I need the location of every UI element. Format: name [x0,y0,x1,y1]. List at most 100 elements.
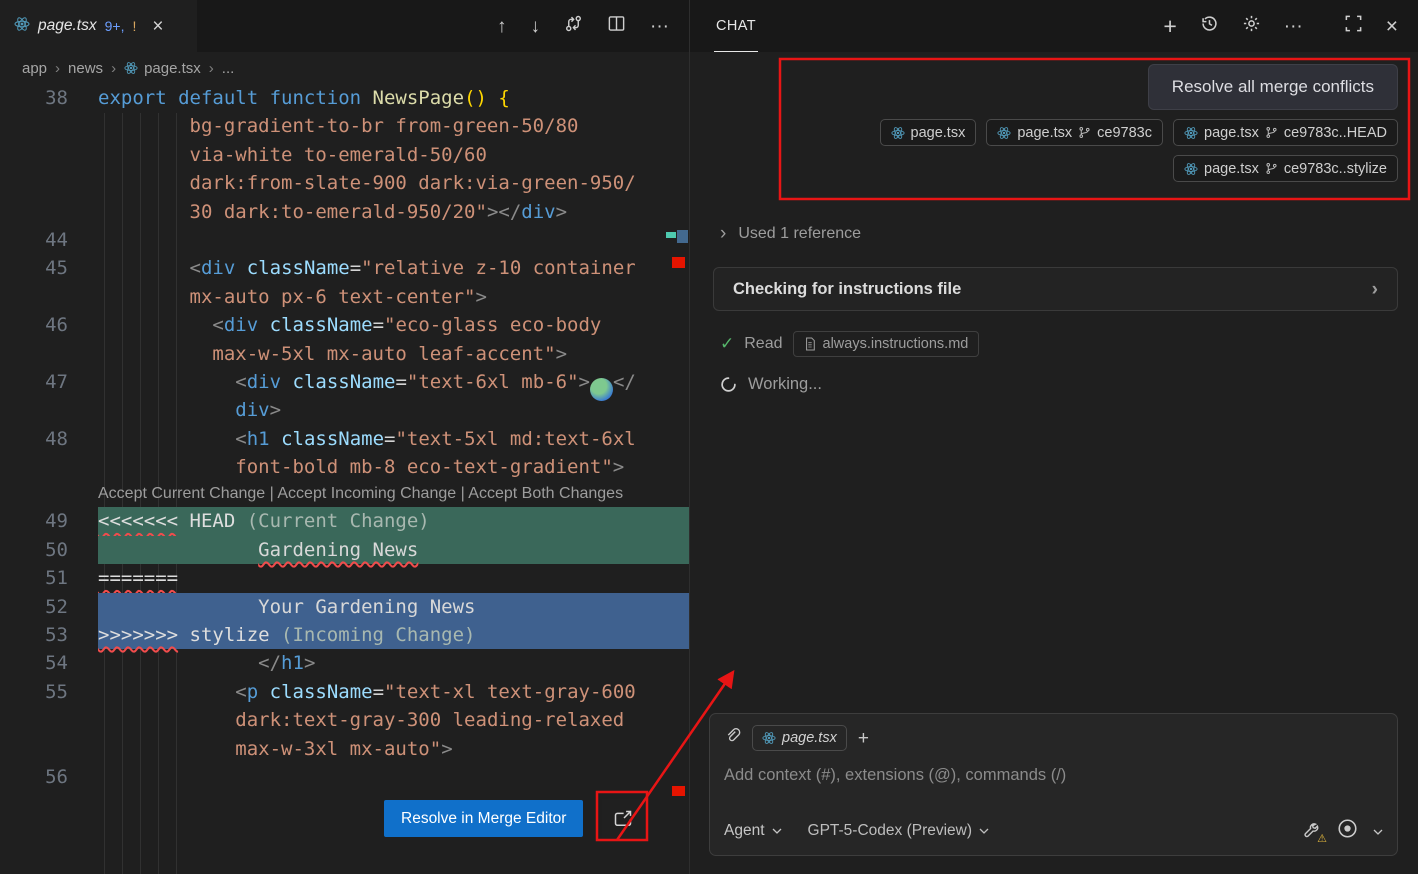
breadcrumb-item-ellipsis[interactable]: ... [222,60,235,77]
code-text: <div className="relative z-10 container [98,254,689,282]
code-text: mx-auto px-6 text-center"> [98,283,689,311]
react-icon [997,126,1011,140]
context-chip[interactable]: page.tsx [880,119,977,146]
chevron-down-icon [979,828,989,834]
code-line-46[interactable]: 46 <div className="eco-glass eco-body [0,311,689,339]
instructions-file-chip[interactable]: always.instructions.md [793,331,980,357]
resolve-conflicts-group: Resolve all merge conflicts page.tsx pag… [880,64,1398,182]
chat-header: CHAT + ··· × [690,0,1418,52]
send-options-chevron-icon[interactable] [1373,822,1383,840]
breadcrumb-item-app[interactable]: app [22,60,47,77]
line-number [0,735,98,763]
settings-gear-icon[interactable] [1242,14,1261,38]
code-line-wrap[interactable]: 30 dark:to-emerald-950/20"></div> [0,198,689,226]
line-number: 53 [0,621,98,649]
code-text: max-w-3xl mx-auto"> [98,735,689,763]
context-chip[interactable]: page.tsx ce9783c..stylize [1173,155,1398,182]
editor-more-actions-icon[interactable]: ··· [650,17,669,36]
breadcrumb: app › news › page.tsx › ... [0,52,689,84]
breadcrumb-item-news[interactable]: news [68,60,103,77]
working-label: Working... [748,375,822,394]
tab-chat[interactable]: CHAT [714,0,758,52]
react-icon [762,731,776,745]
stop-button[interactable] [1337,818,1358,844]
line-number [0,396,98,424]
chat-input-box[interactable]: page.tsx + Add context (#), extensions (… [709,713,1398,856]
code-line-wrap[interactable]: dark:from-slate-900 dark:via-green-950/ [0,169,689,197]
react-icon [1184,126,1198,140]
code-line-45[interactable]: 45 <div className="relative z-10 contain… [0,254,689,282]
code-line-54[interactable]: 54 </h1> [0,649,689,677]
code-text: bg-gradient-to-br from-green-50/80 [98,112,689,140]
code-line-47[interactable]: 47 <div className="text-6xl mb-6">🌍</ [0,368,689,396]
open-merge-editor-icon-button[interactable] [602,799,644,838]
code-line-wrap[interactable]: mx-auto px-6 text-center"> [0,283,689,311]
context-chip[interactable]: page.tsx ce9783c..HEAD [1173,119,1398,146]
editor-tab-bar: page.tsx 9+, ! × ↑ ↓ ··· [0,0,689,52]
code-text: >>>>>>> stylize (Incoming Change) [98,621,689,649]
navigate-up-icon[interactable]: ↑ [497,17,507,36]
new-chat-icon[interactable]: + [1163,15,1176,38]
code-line-52[interactable]: 52 Your Gardening News [0,593,689,621]
code-line-56[interactable]: 56 [0,763,689,791]
react-icon [891,126,905,140]
model-selector[interactable]: GPT-5-Codex (Preview) [808,822,990,840]
chat-input-field[interactable]: Add context (#), extensions (@), command… [724,766,1383,785]
codelens-merge-actions[interactable]: Accept Current Change | Accept Incoming … [0,481,689,507]
history-icon[interactable] [1200,14,1219,38]
react-icon [1184,162,1198,176]
code-rows: 38export default function NewsPage() { b… [0,84,689,791]
tab-problems-badge: 9+, [105,18,125,34]
line-number: 49 [0,507,98,535]
agent-mode-selector[interactable]: Agent [724,822,782,840]
code-line-wrap[interactable]: max-w-5xl mx-auto leaf-accent"> [0,340,689,368]
code-text: via-white to-emerald-50/60 [98,141,689,169]
code-line-wrap[interactable]: max-w-3xl mx-auto"> [0,735,689,763]
code-line-wrap[interactable]: via-white to-emerald-50/60 [0,141,689,169]
code-line-38[interactable]: 38export default function NewsPage() { [0,84,689,112]
line-number [0,706,98,734]
read-label: Read [744,335,782,353]
split-editor-icon[interactable] [607,14,626,38]
code-line-wrap[interactable]: dark:text-gray-300 leading-relaxed [0,706,689,734]
overview-ruler-mark-red [672,786,685,796]
close-tab-icon[interactable]: × [152,17,163,36]
line-number [0,198,98,226]
code-line-55[interactable]: 55 <p className="text-xl text-gray-600 [0,678,689,706]
context-chip[interactable]: page.tsx ce9783c [986,119,1163,146]
code-line-wrap[interactable]: font-bold mb-8 eco-text-gradient"> [0,453,689,481]
chevron-right-icon: › [1372,280,1378,299]
code-text: dark:text-gray-300 leading-relaxed [98,706,689,734]
attach-icon[interactable] [724,727,741,749]
code-line-49[interactable]: 49<<<<<<< HEAD (Current Change) [0,507,689,535]
navigate-down-icon[interactable]: ↓ [531,17,541,36]
compare-changes-icon[interactable] [564,14,583,38]
add-context-icon[interactable]: + [858,729,869,748]
maximize-panel-icon[interactable] [1344,14,1363,38]
line-number [0,340,98,368]
code-line-51[interactable]: 51======= [0,564,689,592]
tab-page-tsx[interactable]: page.tsx 9+, ! × [0,0,197,52]
input-context-chip[interactable]: page.tsx [752,725,847,751]
code-line-wrap[interactable]: bg-gradient-to-br from-green-50/80 [0,112,689,140]
code-line-44[interactable]: 44 [0,226,689,254]
chevron-right-icon: › [209,60,214,77]
code-line-50[interactable]: 50 Gardening News [0,536,689,564]
breadcrumb-item-file[interactable]: page.tsx [124,60,201,77]
read-file-row: ✓ Read always.instructions.md [720,331,979,357]
code-line-wrap[interactable]: div> [0,396,689,424]
resolve-in-merge-editor-button[interactable]: Resolve in Merge Editor [384,800,583,837]
code-line-48[interactable]: 48 <h1 className="text-5xl md:text-6xl [0,425,689,453]
code-line-53[interactable]: 53>>>>>>> stylize (Incoming Change) [0,621,689,649]
code-text [98,226,689,254]
chat-input-context-row: page.tsx + [724,725,1383,751]
chevron-right-icon: › [111,60,116,77]
resolve-all-merge-conflicts-button[interactable]: Resolve all merge conflicts [1148,64,1398,110]
tools-icon[interactable]: ⚠ [1302,821,1322,841]
instructions-status-panel[interactable]: Checking for instructions file › [713,267,1398,311]
close-panel-icon[interactable]: × [1386,16,1398,37]
code-text: 30 dark:to-emerald-950/20"></div> [98,198,689,226]
used-references-row[interactable]: › Used 1 reference [720,224,861,243]
chat-more-actions-icon[interactable]: ··· [1284,17,1303,36]
code-text: export default function NewsPage() { [98,84,689,112]
